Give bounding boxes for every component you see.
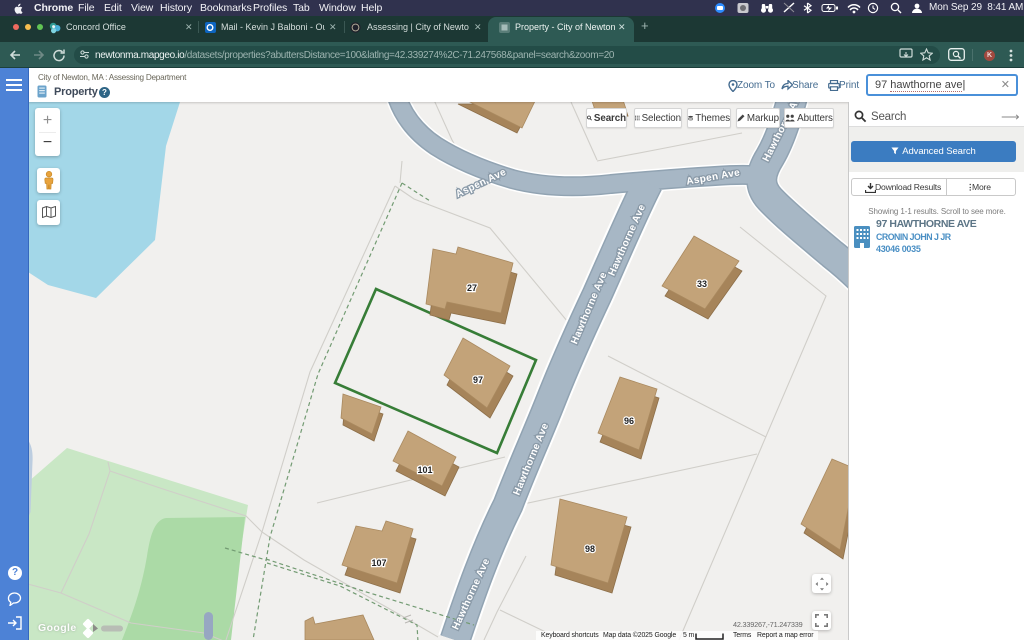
svg-text:97: 97 — [473, 375, 483, 385]
svg-text:101: 101 — [417, 465, 432, 475]
svg-text:33: 33 — [697, 279, 707, 289]
svg-text:27: 27 — [467, 283, 477, 293]
svg-text:98: 98 — [585, 544, 595, 554]
svg-text:96: 96 — [624, 416, 634, 426]
svg-text:107: 107 — [371, 558, 386, 568]
